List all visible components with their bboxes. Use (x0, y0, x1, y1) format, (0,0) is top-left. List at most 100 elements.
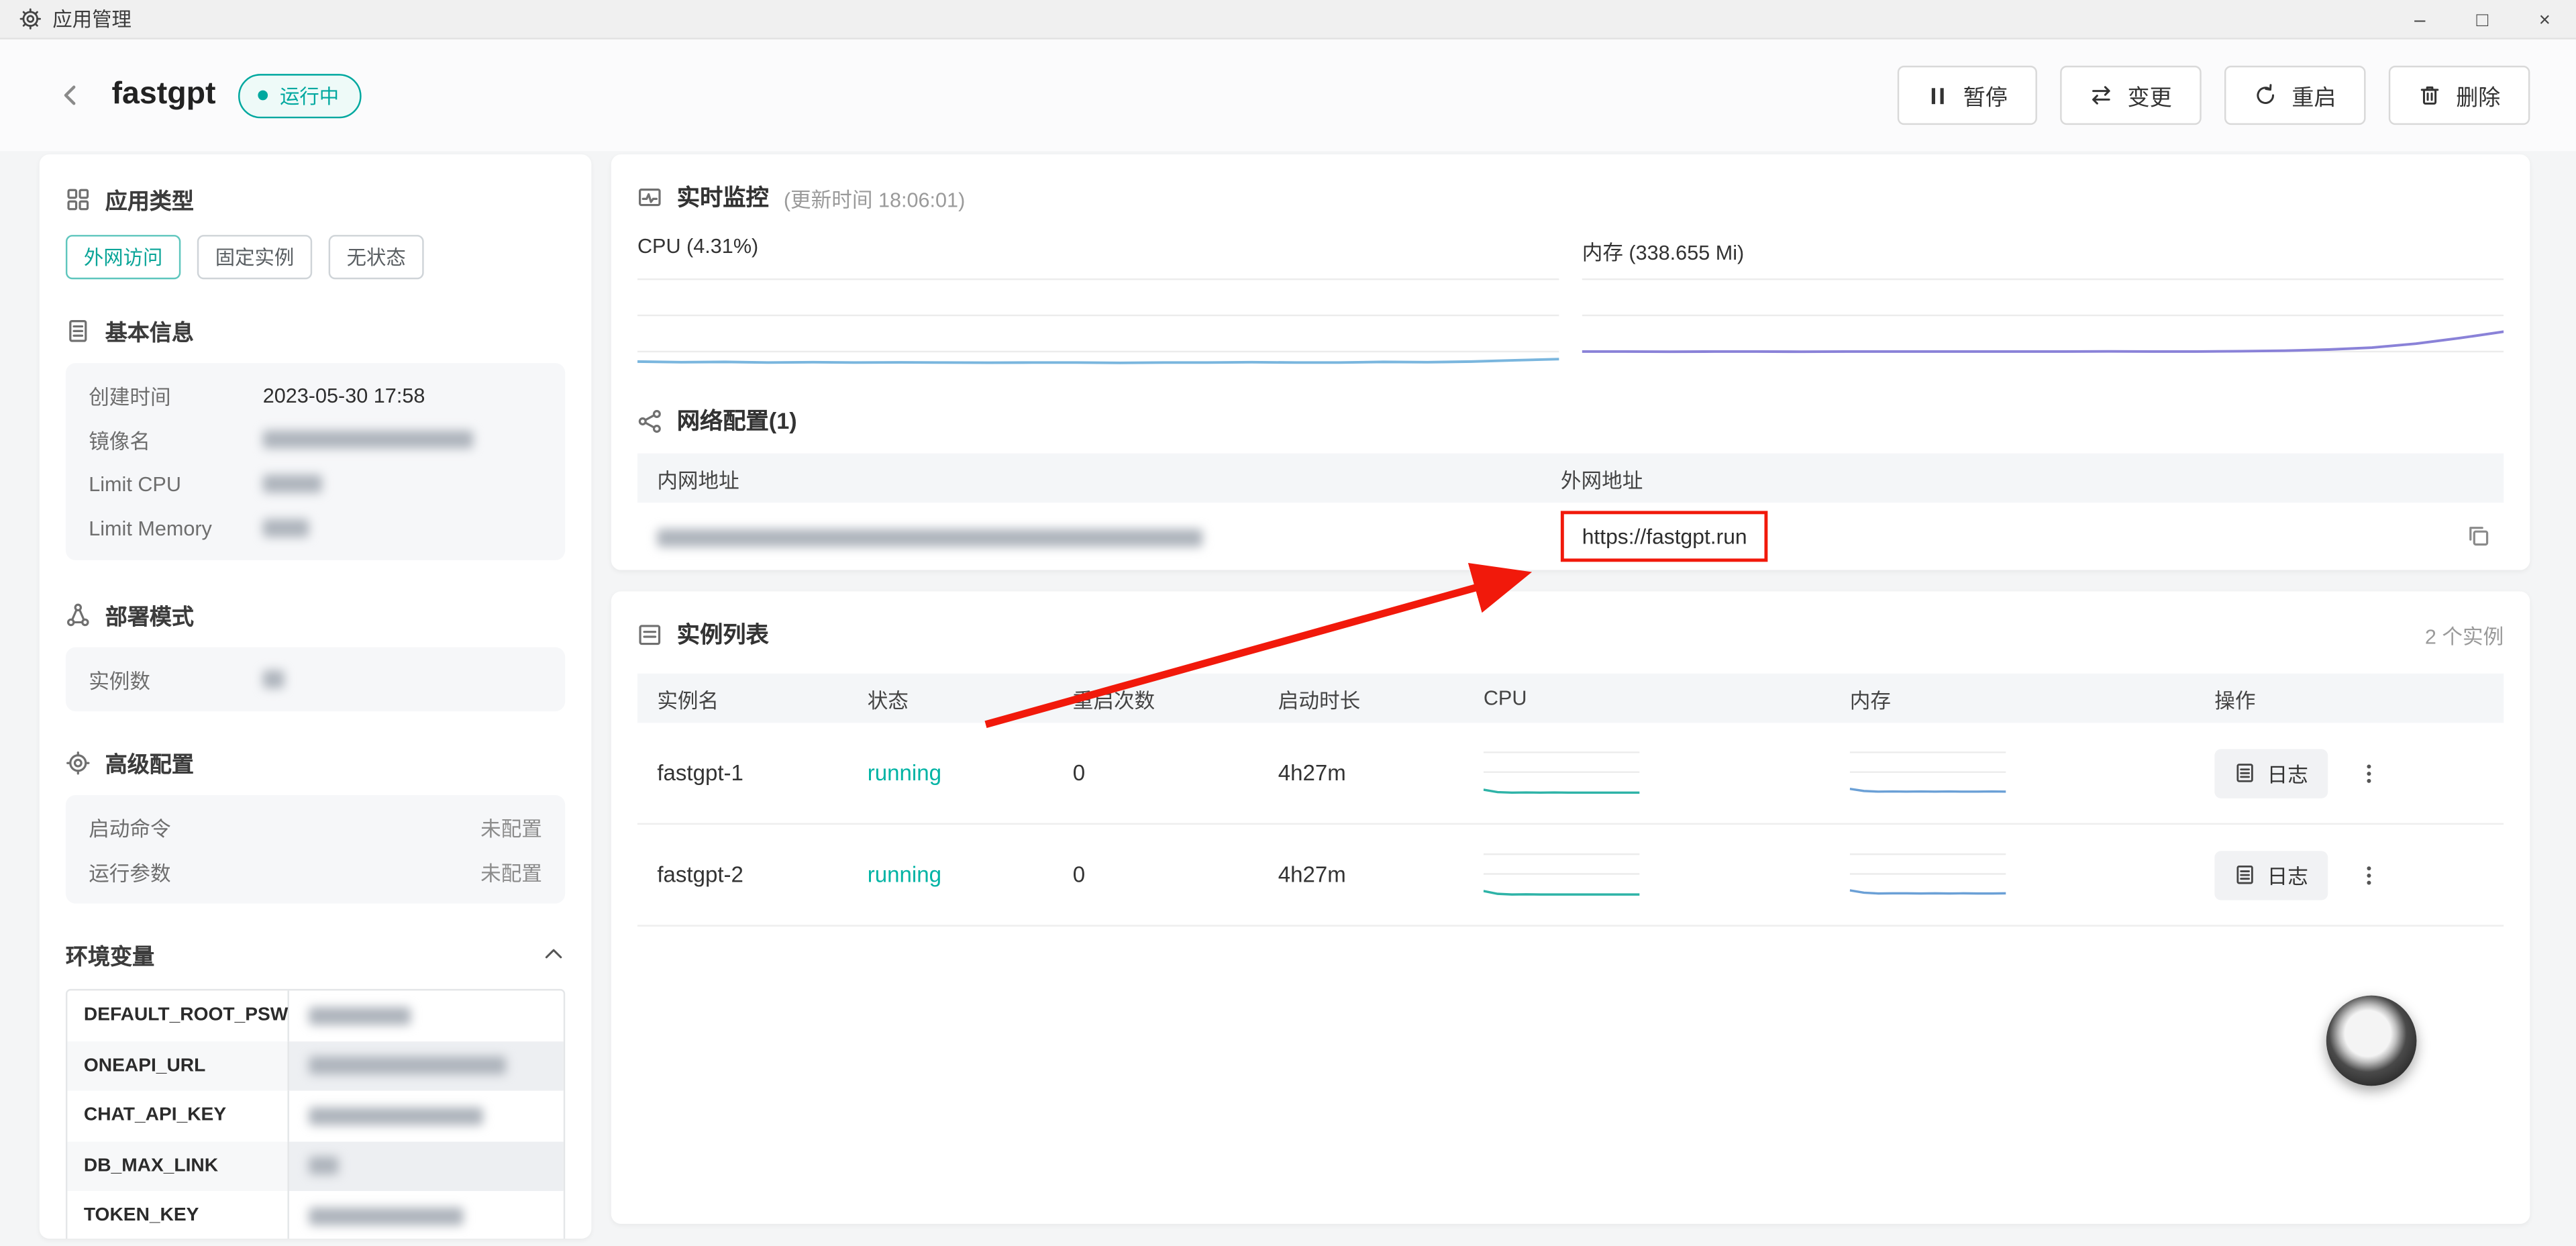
section-title: 部署模式 (105, 598, 194, 631)
env-key: ONEAPI_URL (67, 1041, 289, 1091)
info-value: 未配置 (480, 811, 542, 843)
change-label: 变更 (2128, 79, 2172, 112)
col-status: 状态 (847, 682, 1053, 714)
window-titlebar: 应用管理 – □ × (0, 0, 2576, 40)
instance-row: fastgpt-1 running 0 4h27m (637, 723, 2504, 825)
redacted-value (263, 670, 285, 688)
cpu-chart-panel: CPU (4.31%) (637, 235, 1559, 382)
info-value: 2023-05-30 17:58 (263, 384, 425, 407)
monitoring-header: 实时监控 (更新时间 18:06:01) (637, 154, 2504, 213)
env-vars-header[interactable]: 环境变量 (66, 939, 565, 969)
redacted-value (263, 519, 309, 537)
memory-chart-panel: 内存 (338.655 Mi) (1582, 235, 2504, 382)
env-row: DEFAULT_ROOT_PSW (67, 990, 563, 1041)
network-table: 内网地址 外网地址 https://fastgpt.run (637, 454, 2504, 568)
pause-icon (1927, 85, 1949, 106)
instance-restarts: 0 (1053, 862, 1258, 887)
network-icon (637, 408, 662, 433)
section-title: 基本信息 (105, 314, 194, 347)
status-dot-icon (258, 91, 268, 101)
log-label: 日志 (2267, 859, 2308, 890)
pause-label: 暂停 (1963, 79, 2008, 112)
pause-button[interactable]: 暂停 (1898, 66, 2037, 125)
info-row-limit-memory: Limit Memory (89, 506, 542, 550)
log-button[interactable]: 日志 (2214, 850, 2328, 899)
env-key: TOKEN_KEY (67, 1191, 289, 1239)
document-icon (66, 318, 91, 343)
monitoring-title: 实时监控 (677, 180, 769, 213)
cpu-line (637, 359, 1559, 363)
info-label: 镜像名 (89, 424, 263, 456)
col-cpu: CPU (1463, 686, 1830, 709)
chevron-left-icon (58, 82, 84, 108)
change-button[interactable]: 变更 (2060, 66, 2202, 125)
network-table-header: 内网地址 外网地址 (637, 454, 2504, 503)
chevron-up-icon[interactable] (542, 943, 565, 966)
back-button[interactable] (49, 74, 92, 117)
delete-button[interactable]: 删除 (2389, 66, 2530, 125)
more-actions-button[interactable] (2357, 760, 2380, 786)
deploy-box: 实例数 (66, 647, 565, 711)
info-row-image-name: 镜像名 (89, 417, 542, 462)
env-key: DB_MAX_LINK (67, 1141, 289, 1191)
redacted-value (263, 475, 322, 493)
kebab-menu-icon (2357, 862, 2380, 888)
redacted-internal-address (657, 528, 1202, 546)
info-row-run-params: 运行参数 未配置 (89, 849, 542, 894)
info-row-limit-cpu: Limit CPU (89, 462, 542, 506)
env-row: CHAT_API_KEY (67, 1091, 563, 1141)
cpu-sparkline-line (1484, 890, 1640, 894)
memory-sparkline-line (1850, 788, 2006, 790)
minimize-button[interactable]: – (2389, 0, 2451, 38)
section-app-type: 应用类型 (66, 184, 565, 213)
swap-arrows-icon (2090, 84, 2112, 107)
redacted-value (309, 1056, 506, 1074)
section-deploy-mode: 部署模式 (66, 600, 565, 629)
instance-cpu-sparkline (1484, 845, 1640, 904)
instance-name: fastgpt-2 (637, 862, 847, 887)
log-button[interactable]: 日志 (2214, 748, 2328, 797)
app-window: 应用管理 – □ × fastgpt 运行中 暂停 (0, 0, 2576, 1246)
col-external-address: 外网地址 (1541, 462, 2504, 494)
memory-sparkline-line (1850, 890, 2006, 893)
log-label: 日志 (2267, 758, 2308, 789)
instance-status: running (847, 862, 1053, 887)
tag-external-access: 外网访问 (66, 235, 181, 279)
basic-info-box: 创建时间 2023-05-30 17:58 镜像名 Limit CPU Limi… (66, 363, 565, 560)
restart-label: 重启 (2291, 79, 2336, 112)
redacted-value (309, 1206, 463, 1225)
instance-memory-sparkline (1850, 845, 2006, 904)
redacted-value (263, 430, 473, 448)
tag-stateless: 无状态 (329, 235, 424, 279)
monitoring-card: 实时监控 (更新时间 18:06:01) CPU (4.31%) 内存 (338… (611, 154, 2530, 570)
info-row-create-time: 创建时间 2023-05-30 17:58 (89, 373, 542, 417)
info-value: 未配置 (480, 856, 542, 888)
app-gear-icon (19, 8, 41, 30)
info-label: 运行参数 (89, 856, 263, 888)
delete-label: 删除 (2456, 79, 2500, 112)
info-label: Limit CPU (89, 472, 263, 495)
maximize-button[interactable]: □ (2451, 0, 2514, 38)
copy-button[interactable] (2459, 517, 2497, 554)
info-row-start-command: 启动命令 未配置 (89, 805, 542, 849)
instance-uptime: 4h27m (1258, 862, 1463, 887)
instance-restarts: 0 (1053, 761, 1258, 786)
window-title: 应用管理 (52, 5, 132, 33)
col-instance-name: 实例名 (637, 682, 847, 714)
page-header: fastgpt 运行中 暂停 变更 重启 (0, 40, 2576, 151)
col-internal-address: 内网地址 (637, 462, 1541, 494)
env-row: DB_MAX_LINK (67, 1141, 563, 1191)
trash-icon (2418, 84, 2441, 107)
restart-button[interactable]: 重启 (2224, 66, 2366, 125)
more-actions-button[interactable] (2357, 862, 2380, 888)
section-basic-info: 基本信息 (66, 315, 565, 345)
instances-table-header: 实例名 状态 重启次数 启动时长 CPU 内存 操作 (637, 674, 2504, 723)
env-key: DEFAULT_ROOT_PSW (67, 990, 289, 1041)
external-url: https://fastgpt.run (1582, 523, 1747, 548)
instance-uptime: 4h27m (1258, 761, 1463, 786)
instance-cpu-sparkline (1484, 743, 1640, 802)
list-icon (637, 622, 662, 647)
info-label: 实例数 (89, 664, 263, 695)
status-badge: 运行中 (239, 73, 362, 117)
close-button[interactable]: × (2514, 0, 2576, 38)
